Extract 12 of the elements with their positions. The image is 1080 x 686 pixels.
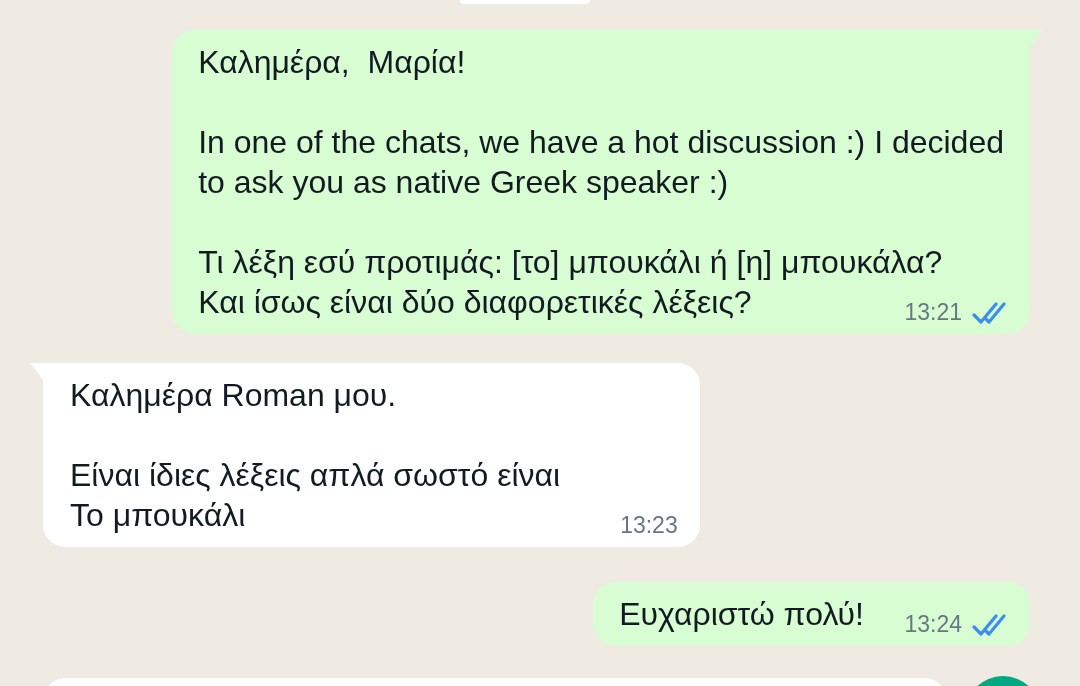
message-text: In one of the chats, we have a hot discussion :) I decided [198,123,1004,162]
message-text: Καλημέρα Roman μου. [70,376,397,415]
message-time: 13:23 [620,512,678,539]
message-time: 13:21 [904,299,962,326]
message-time: 13:24 [904,611,962,638]
message-text: Καλημέρα, Μαρία! [198,43,466,82]
message-text: to ask you as native Greek speaker :) [198,163,729,202]
message-text: Και ίσως είναι δύο διαφορετικές λέξεις? [198,283,752,322]
message-text: Το μπουκάλι [70,496,246,535]
message-text: Ευχαριστώ πολύ! [619,595,864,634]
message-text: Τι λέξη εσύ προτιμάς: [το] μπουκάλι ή [η] μπουκάλα? [198,243,943,282]
message-text: Είναι ίδιες λέξεις απλά σωστό είναι [70,456,561,495]
